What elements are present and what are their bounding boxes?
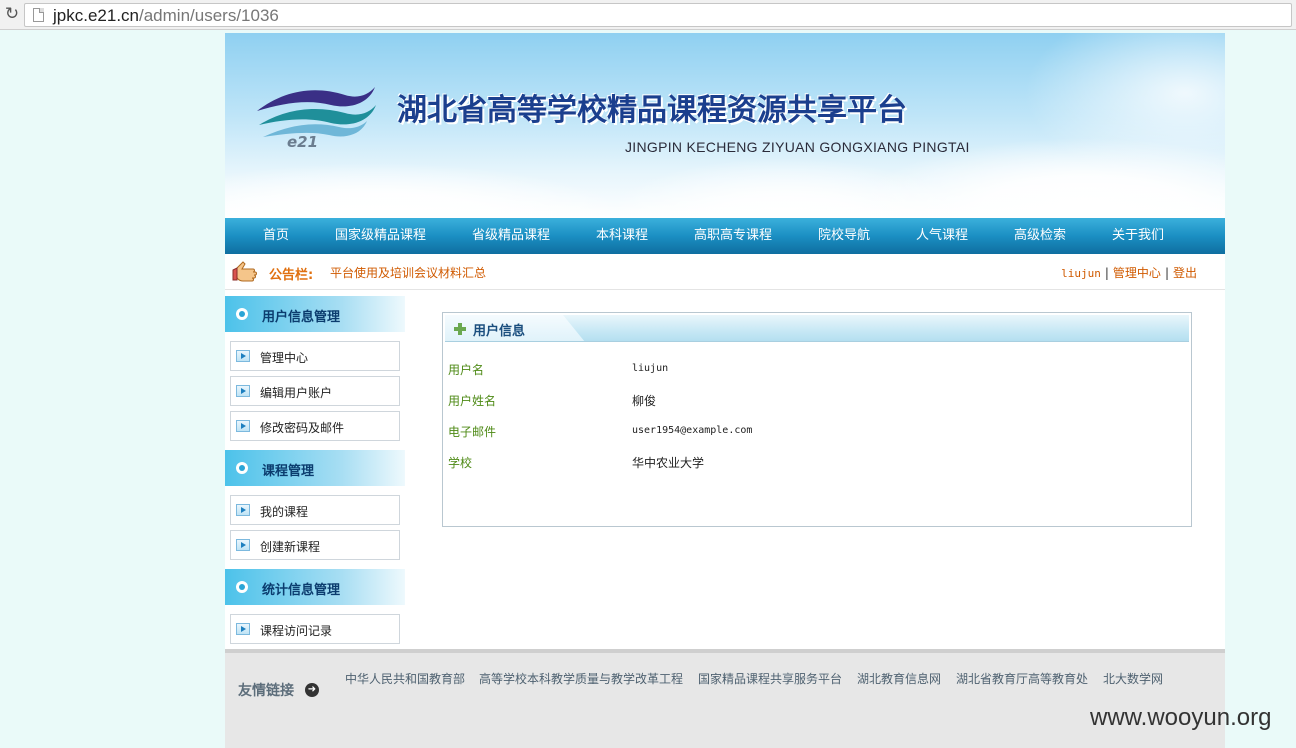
sidebar-item-create-course[interactable]: 创建新课程 <box>230 530 400 560</box>
friend-link-national-platform[interactable]: 国家精品课程共享服务平台 <box>698 670 842 687</box>
sidebar-item-change-password[interactable]: 修改密码及邮件 <box>230 411 400 441</box>
browser-address-bar: ↻ jpkc.e21.cn/admin/users/1036 <box>0 0 1296 30</box>
nav-item-popular-courses[interactable]: 人气课程 <box>916 218 968 254</box>
panel-header: 用户信息 <box>445 315 1189 342</box>
nav-item-provincial-courses[interactable]: 省级精品课程 <box>472 218 550 254</box>
logo-text: e21 <box>287 133 319 151</box>
field-value-school: 华中农业大学 <box>632 456 705 470</box>
url-field[interactable]: jpkc.e21.cn/admin/users/1036 <box>24 3 1292 27</box>
field-value-email: user1954@example.com <box>632 425 753 436</box>
arrow-right-icon <box>236 539 250 551</box>
arrow-circle-right-icon: ➜ <box>305 683 319 697</box>
sidebar-item-label: 创建新课程 <box>260 540 321 554</box>
username-link[interactable]: liujun <box>1061 267 1101 280</box>
sidebar-item-label: 管理中心 <box>260 351 309 365</box>
nav-item-advanced-search[interactable]: 高级检索 <box>1014 218 1066 254</box>
friend-links-title: 友情链接 <box>238 683 294 699</box>
arrow-right-icon <box>236 385 250 397</box>
nav-item-about-us[interactable]: 关于我们 <box>1112 218 1164 254</box>
field-label-fullname: 用户姓名 <box>448 394 497 408</box>
logout-link[interactable]: 登出 <box>1173 266 1197 280</box>
section-bullet-icon <box>236 581 248 593</box>
watermark: www.wooyun.org <box>1090 704 1272 731</box>
sidebar-item-label: 课程访问记录 <box>260 624 333 638</box>
site-title: 湖北省高等学校精品课程资源共享平台 <box>397 93 907 128</box>
panel-title: 用户信息 <box>473 324 526 339</box>
site-banner: e21 湖北省高等学校精品课程资源共享平台 JINGPIN KECHENG ZI… <box>225 33 1225 218</box>
notice-bar: 公告栏: 平台使用及培训会议材料汇总 liujun | 管理中心 | 登出 <box>225 254 1225 290</box>
footer-friend-links: 友情链接 ➜ 中华人民共和国教育部 高等学校本科教学质量与教学改革工程 国家精品… <box>225 649 1225 748</box>
sidebar-section-title: 课程管理 <box>262 464 315 479</box>
sidebar-item-admin-center[interactable]: 管理中心 <box>230 341 400 371</box>
nav-item-undergrad-courses[interactable]: 本科课程 <box>596 218 648 254</box>
user-info-panel: 用户信息 用户名 liujun 用户姓名 柳俊 电子邮件 user1954@ex… <box>442 312 1192 527</box>
site-container: e21 湖北省高等学校精品课程资源共享平台 JINGPIN KECHENG ZI… <box>225 33 1225 748</box>
section-bullet-icon <box>236 308 248 320</box>
page-icon <box>33 8 44 22</box>
arrow-right-icon <box>236 350 250 362</box>
friend-link-quality-project[interactable]: 高等学校本科教学质量与教学改革工程 <box>479 670 683 687</box>
plus-icon <box>454 323 466 335</box>
site-subtitle: JINGPIN KECHENG ZIYUAN GONGXIANG PINGTAI <box>625 139 970 155</box>
link-separator: | <box>1164 266 1169 280</box>
friend-link-hubei-edu-info[interactable]: 湖北教育信息网 <box>857 670 941 687</box>
nav-item-vocational-courses[interactable]: 高职高专课程 <box>694 218 772 254</box>
nav-item-national-courses[interactable]: 国家级精品课程 <box>335 218 426 254</box>
sidebar-item-course-visits[interactable]: 课程访问记录 <box>230 614 400 644</box>
section-bullet-icon <box>236 462 248 474</box>
nav-item-home[interactable]: 首页 <box>263 218 289 254</box>
sidebar-item-edit-account[interactable]: 编辑用户账户 <box>230 376 400 406</box>
reload-icon[interactable]: ↻ <box>2 4 22 24</box>
field-label-username: 用户名 <box>448 363 485 377</box>
sidebar-item-label: 编辑用户账户 <box>260 386 333 400</box>
url-text: jpkc.e21.cn/admin/users/1036 <box>53 6 279 25</box>
arrow-right-icon <box>236 420 250 432</box>
field-label-email: 电子邮件 <box>448 425 497 439</box>
notice-label: 公告栏: <box>269 268 314 283</box>
sidebar-section-course-mgmt: 课程管理 <box>225 450 405 486</box>
nav-item-school-nav[interactable]: 院校导航 <box>818 218 870 254</box>
sidebar-section-title: 统计信息管理 <box>262 583 341 598</box>
sidebar-section-user-info: 用户信息管理 <box>225 296 405 332</box>
main-nav: 首页 国家级精品课程 省级精品课程 本科课程 高职高专课程 院校导航 人气课程 … <box>225 218 1225 254</box>
arrow-right-icon <box>236 504 250 516</box>
user-links: liujun | 管理中心 | 登出 <box>1061 264 1197 281</box>
field-value-fullname: 柳俊 <box>632 394 657 408</box>
link-separator: | <box>1104 266 1109 280</box>
field-label-school: 学校 <box>448 456 473 470</box>
sidebar-item-my-courses[interactable]: 我的课程 <box>230 495 400 525</box>
friend-link-hubei-higher-edu[interactable]: 湖北省教育厅高等教育处 <box>956 670 1088 687</box>
sidebar-section-statistics: 统计信息管理 <box>225 569 405 605</box>
field-value-username: liujun <box>632 363 669 374</box>
sidebar-item-label: 我的课程 <box>260 505 309 519</box>
friend-link-moe[interactable]: 中华人民共和国教育部 <box>345 670 465 687</box>
friend-link-pku-math[interactable]: 北大数学网 <box>1103 670 1163 687</box>
arrow-right-icon <box>236 623 250 635</box>
admin-center-link[interactable]: 管理中心 <box>1113 266 1161 280</box>
sidebar-item-label: 修改密码及邮件 <box>260 421 345 435</box>
sidebar-section-title: 用户信息管理 <box>262 310 341 325</box>
notice-link[interactable]: 平台使用及培训会议材料汇总 <box>330 264 486 281</box>
pointing-hand-icon <box>232 261 257 282</box>
